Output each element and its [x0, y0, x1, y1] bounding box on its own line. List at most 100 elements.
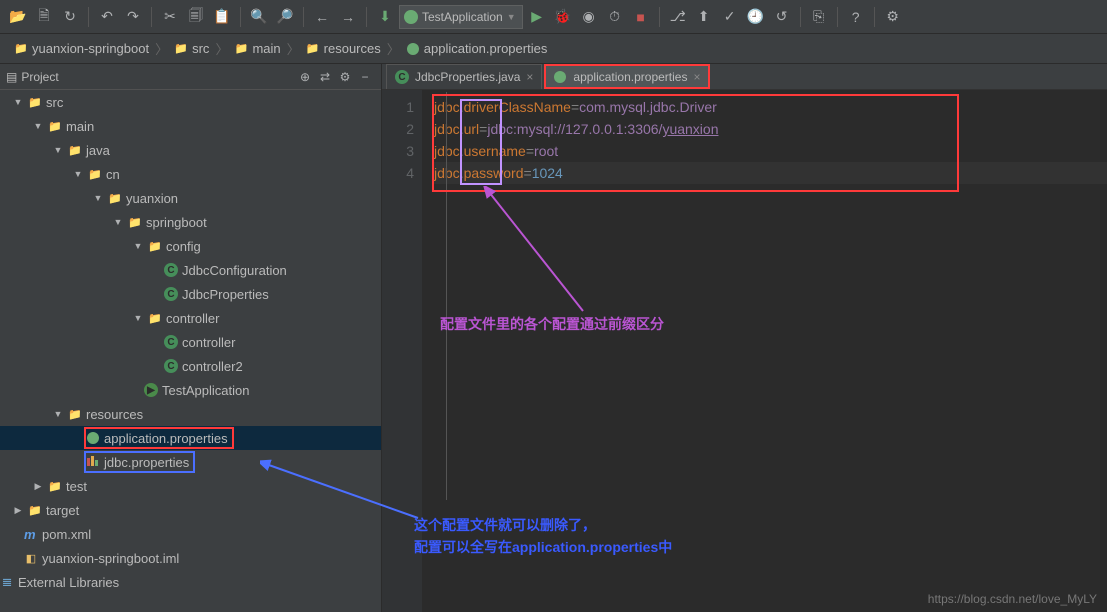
tree-node-testapplication[interactable]: ▶TestApplication	[0, 378, 381, 402]
springboot-icon	[406, 42, 420, 56]
tree-node-controller2-class[interactable]: Ccontroller2	[0, 354, 381, 378]
coverage-icon[interactable]: ◉	[577, 5, 601, 29]
hide-icon[interactable]: −	[355, 67, 375, 87]
folder-icon: 📁	[68, 143, 82, 157]
paste-icon[interactable]: 📋	[210, 5, 234, 29]
build-icon[interactable]: ⬇	[373, 5, 397, 29]
separator	[366, 7, 367, 27]
run-icon[interactable]: ▶	[525, 5, 549, 29]
tab-label: application.properties	[573, 70, 687, 84]
separator	[88, 7, 89, 27]
breadcrumb-file[interactable]: application.properties	[400, 41, 554, 56]
tree-node-springboot[interactable]: ▼📁springboot	[0, 210, 381, 234]
folder-icon: 📁	[28, 503, 42, 517]
structure-icon[interactable]: ⎘	[807, 5, 831, 29]
open-icon[interactable]: 📂	[6, 5, 30, 29]
tree-node-controller[interactable]: ▼ 📁 controller	[0, 306, 381, 330]
revert-icon[interactable]: ↺	[770, 5, 794, 29]
update-icon[interactable]: ⬆	[692, 5, 716, 29]
tree-node-pom[interactable]: m pom.xml	[0, 522, 381, 546]
tree-node-resources[interactable]: ▼📁resources	[0, 402, 381, 426]
tree-label: pom.xml	[42, 527, 91, 542]
close-icon[interactable]: ×	[526, 70, 533, 84]
breadcrumb-project[interactable]: 📁yuanxion-springboot	[8, 41, 155, 56]
chevron-right-icon: 〉	[215, 39, 228, 58]
package-icon: 📁	[148, 311, 162, 325]
commit-icon[interactable]: ✓	[718, 5, 742, 29]
run-config-select[interactable]: TestApplication ▼	[399, 5, 523, 29]
annotation-text-blue: 这个配置文件就可以删除了， 配置可以全写在application.propert…	[414, 514, 672, 558]
find-icon[interactable]: 🔍	[247, 5, 271, 29]
package-icon: 📁	[88, 167, 102, 181]
redo-icon[interactable]: ↷	[121, 5, 145, 29]
watermark: https://blog.csdn.net/love_MyLY	[928, 592, 1097, 606]
maven-icon[interactable]: ⚙	[881, 5, 905, 29]
tree-node-external-libraries[interactable]: 𝌆External Libraries	[0, 570, 381, 594]
settings-icon[interactable]: ⚙	[335, 67, 355, 87]
expand-icon: ▼	[132, 313, 144, 323]
expand-icon: ▶	[32, 481, 44, 492]
breadcrumb-main[interactable]: 📁main	[228, 41, 286, 56]
collapse-icon[interactable]: ⊕	[295, 67, 315, 87]
forward-icon[interactable]: →	[336, 5, 360, 29]
tree-node-yuanxion[interactable]: ▼📁yuanxion	[0, 186, 381, 210]
tree-node-controller-class[interactable]: Ccontroller	[0, 330, 381, 354]
profile-icon[interactable]: ⏱	[603, 5, 627, 29]
tree-node-config[interactable]: ▼📁config	[0, 234, 381, 258]
save-all-icon[interactable]: 🗎	[32, 5, 56, 29]
copy-icon[interactable]: 🗐	[184, 5, 208, 29]
tree-node-iml[interactable]: ◧yuanxion-springboot.iml	[0, 546, 381, 570]
folder-icon: 📁	[174, 42, 188, 56]
tree-node-main[interactable]: ▼📁main	[0, 114, 381, 138]
code-line: jdbc.password=1024	[434, 162, 1107, 184]
breadcrumb-label: yuanxion-springboot	[32, 41, 149, 56]
history-icon[interactable]: 🕘	[744, 5, 768, 29]
tree-node-cn[interactable]: ▼📁cn	[0, 162, 381, 186]
maven-icon: m	[24, 527, 38, 541]
tree-label: TestApplication	[162, 383, 249, 398]
tree-node-src[interactable]: ▼📁src	[0, 90, 381, 114]
project-header: ▤ Project ⊕ ⇄ ⚙ −	[0, 64, 381, 90]
help-icon[interactable]: ?	[844, 5, 868, 29]
cut-icon[interactable]: ✂	[158, 5, 182, 29]
tab-jdbcproperties[interactable]: CJdbcProperties.java×	[386, 64, 542, 89]
springboot-icon	[404, 10, 418, 24]
undo-icon[interactable]: ↶	[95, 5, 119, 29]
chevron-down-icon: ▼	[507, 12, 516, 22]
library-icon: 𝌆	[0, 575, 14, 589]
chevron-right-icon: 〉	[155, 39, 168, 58]
tab-application-properties[interactable]: application.properties ×	[544, 64, 709, 89]
class-icon: C	[164, 335, 178, 349]
tree-node-application-properties[interactable]: application.properties	[0, 426, 381, 450]
back-icon[interactable]: ←	[310, 5, 334, 29]
separator	[874, 7, 875, 27]
replace-icon[interactable]: 🔎	[273, 5, 297, 29]
close-icon[interactable]: ×	[693, 70, 700, 84]
debug-icon[interactable]: 🐞	[551, 5, 575, 29]
breadcrumb-label: application.properties	[424, 41, 548, 56]
separator	[240, 7, 241, 27]
tree-node-jdbcproperties[interactable]: CJdbcProperties	[0, 282, 381, 306]
tree-label: main	[66, 119, 94, 134]
tree-node-java[interactable]: ▼📁java	[0, 138, 381, 162]
select-opened-icon[interactable]: ⇄	[315, 67, 335, 87]
vcs-icon[interactable]: ⎇	[666, 5, 690, 29]
project-tool-icon: ▤	[6, 70, 17, 84]
folder-icon: 📁	[48, 479, 62, 493]
expand-icon: ▼	[112, 217, 124, 227]
breadcrumb-resources[interactable]: 📁resources	[300, 41, 387, 56]
resources-icon: 📁	[306, 42, 320, 56]
tree-label: target	[46, 503, 79, 518]
sync-icon[interactable]: ↻	[58, 5, 82, 29]
annotation-arrow-purple	[483, 186, 591, 316]
annotation-arrow-blue	[260, 458, 422, 522]
project-tree: ▼📁src ▼📁main ▼📁java ▼📁cn ▼📁yuanxion ▼📁sp…	[0, 90, 381, 612]
line-number: 1	[382, 96, 414, 118]
stop-icon[interactable]: ■	[629, 5, 653, 29]
breadcrumb-src[interactable]: 📁src	[168, 41, 215, 56]
chevron-right-icon: 〉	[287, 39, 300, 58]
separator	[151, 7, 152, 27]
tree-label: controller	[166, 311, 219, 326]
class-icon: C	[164, 287, 178, 301]
tree-node-jdbcconfiguration[interactable]: CJdbcConfiguration	[0, 258, 381, 282]
